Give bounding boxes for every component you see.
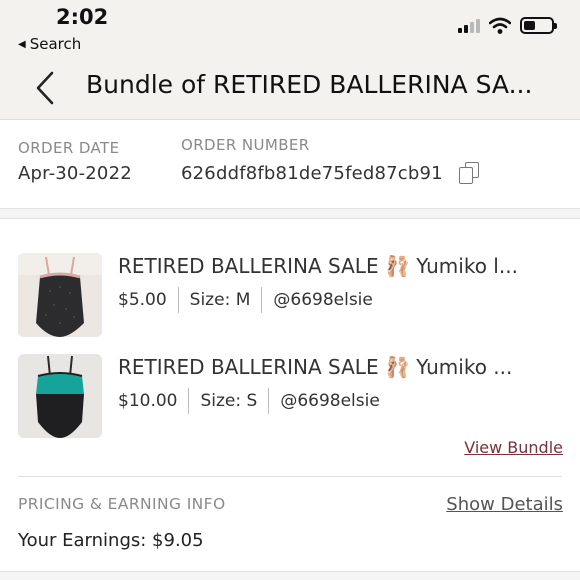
earnings-value: Your Earnings: $9.05	[18, 530, 204, 551]
page-title: Bundle of RETIRED BALLERINA SA...	[86, 70, 533, 99]
back-chevron-icon[interactable]	[32, 70, 60, 106]
meta-divider	[177, 287, 179, 313]
status-time: 2:02	[56, 5, 109, 29]
item-thumbnail[interactable]	[18, 253, 102, 337]
item-seller[interactable]: @6698elsie	[273, 290, 373, 310]
order-number-value: 626ddf8fb81de75fed87cb91	[181, 162, 443, 184]
order-date-label: ORDER DATE	[18, 139, 120, 157]
item-meta: $5.00 Size: M @6698elsie	[118, 287, 373, 313]
header-area: 2:02 ◀ Search Bundle of RETIRED BALLERIN…	[0, 0, 580, 120]
copy-icon[interactable]	[458, 162, 481, 184]
battery-icon	[520, 17, 557, 34]
meta-divider	[268, 388, 270, 414]
item-meta: $10.00 Size: S @6698elsie	[118, 388, 380, 414]
order-date-value: Apr-30-2022	[18, 163, 132, 184]
signal-icon	[458, 18, 480, 33]
status-back-link[interactable]: ◀ Search	[18, 35, 81, 53]
back-triangle-icon: ◀	[18, 38, 26, 50]
item-title[interactable]: RETIRED BALLERINA SALE 🩰 Yumiko l...	[118, 254, 558, 278]
meta-divider	[188, 388, 190, 414]
show-details-link[interactable]: Show Details	[446, 494, 563, 515]
item-size: Size: M	[189, 290, 251, 310]
section-divider	[18, 476, 562, 477]
bottom-separator	[0, 571, 580, 580]
item-size: Size: S	[200, 391, 258, 411]
header-divider	[0, 119, 580, 120]
section-separator	[0, 208, 580, 219]
bundle-item[interactable]: RETIRED BALLERINA SALE 🩰 Yumiko l... $5.…	[18, 253, 570, 337]
item-thumbnail[interactable]	[18, 354, 102, 438]
meta-divider	[261, 287, 263, 313]
status-icons	[458, 17, 557, 34]
order-number-block: ORDER NUMBER 626ddf8fb81de75fed87cb91	[181, 136, 481, 184]
status-back-label: Search	[29, 35, 82, 53]
view-bundle-link[interactable]: View Bundle	[464, 438, 563, 457]
item-price: $5.00	[118, 290, 167, 310]
wifi-icon	[489, 17, 511, 34]
bundle-item[interactable]: RETIRED BALLERINA SALE 🩰 Yumiko ... $10.…	[18, 354, 570, 438]
order-date-block: ORDER DATE Apr-30-2022	[18, 139, 132, 184]
pricing-section-label: PRICING & EARNING INFO	[18, 495, 226, 513]
item-seller[interactable]: @6698elsie	[280, 391, 380, 411]
order-number-label: ORDER NUMBER	[181, 136, 310, 154]
order-details-screen: 2:02 ◀ Search Bundle of RETIRED BALLERIN…	[0, 0, 580, 580]
item-title[interactable]: RETIRED BALLERINA SALE 🩰 Yumiko ...	[118, 355, 558, 379]
item-price: $10.00	[118, 391, 178, 411]
